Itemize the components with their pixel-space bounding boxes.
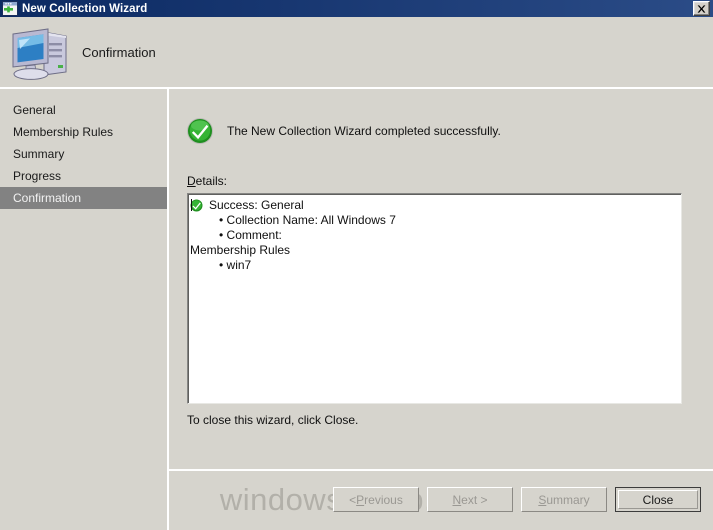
close-button-label: Close: [642, 492, 674, 507]
sidebar-item-label: Membership Rules: [13, 125, 114, 139]
computer-icon: [8, 23, 72, 83]
details-label-accesskey: D: [187, 174, 196, 188]
detail-line: Membership Rules: [190, 243, 291, 257]
previous-button-accesskey: P: [356, 492, 365, 507]
summary-button-label: ummary: [546, 492, 590, 507]
window-title: New Collection Wizard: [22, 2, 148, 15]
success-message: The New Collection Wizard completed succ…: [227, 124, 501, 138]
previous-button-label: revious: [364, 492, 403, 507]
next-button[interactable]: Next >: [427, 487, 513, 512]
sidebar-item-membership-rules[interactable]: Membership Rules: [0, 121, 167, 143]
detail-line: • win7: [219, 258, 252, 272]
page-title: Confirmation: [82, 45, 156, 60]
title-bar: New Collection Wizard: [0, 0, 713, 17]
dialog-body: General Membership Rules Summary Progres…: [0, 89, 713, 530]
main-panel: The New Collection Wizard completed succ…: [169, 89, 713, 530]
next-button-accesskey: N: [452, 492, 462, 507]
detail-line: Success: General: [190, 198, 681, 213]
summary-button[interactable]: Summary: [521, 487, 607, 512]
previous-button[interactable]: < Previous: [333, 487, 419, 512]
footer-divider: [169, 469, 713, 471]
sidebar-item-label: General: [13, 103, 56, 117]
sidebar-item-label: Summary: [13, 147, 65, 161]
next-button-label: ext >: [461, 492, 488, 507]
summary-button-accesskey: S: [538, 492, 547, 507]
green-check-circle-icon: [186, 117, 214, 145]
wizard-header: Confirmation: [0, 17, 713, 88]
button-bar: < Previous Next > Summary Close: [333, 487, 701, 512]
text-caret: [191, 199, 192, 211]
sidebar-item-label: Progress: [13, 169, 62, 183]
close-icon[interactable]: [693, 1, 710, 16]
sidebar-item-confirmation[interactable]: Confirmation: [0, 187, 167, 209]
details-label: Details:: [187, 174, 227, 188]
sidebar-item-summary[interactable]: Summary: [0, 143, 167, 165]
new-collection-wizard-dialog: New Collection Wizard Confirmation Gener…: [0, 0, 713, 530]
detail-line: • Comment:: [219, 228, 282, 242]
wizard-steps-sidebar: General Membership Rules Summary Progres…: [0, 89, 167, 530]
success-banner: The New Collection Wizard completed succ…: [186, 117, 501, 145]
close-button[interactable]: Close: [615, 487, 701, 512]
sidebar-item-general[interactable]: General: [0, 99, 167, 121]
sidebar-item-label: Confirmation: [13, 191, 82, 205]
sidebar-item-progress[interactable]: Progress: [0, 165, 167, 187]
detail-text: Success: General: [209, 198, 304, 212]
details-label-rest: etails:: [195, 174, 228, 188]
close-hint-text: To close this wizard, click Close.: [187, 413, 359, 427]
detail-line: • Collection Name: All Windows 7: [219, 213, 396, 227]
previous-button-prefix: <: [349, 492, 357, 507]
details-textbox[interactable]: Success: General • Collection Name: All …: [187, 193, 682, 404]
new-window-icon: [2, 1, 18, 16]
